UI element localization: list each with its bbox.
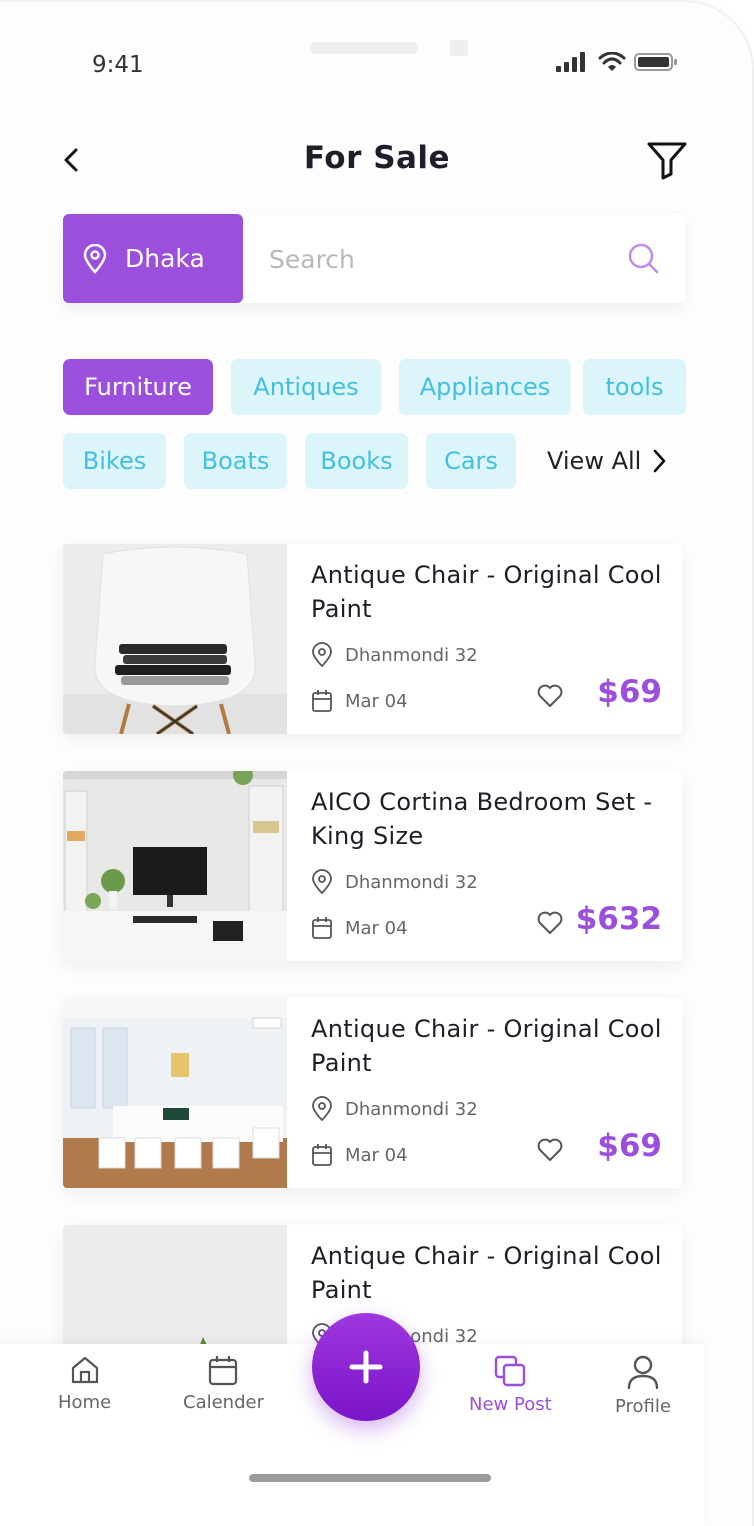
listing-price: $69 <box>597 1128 662 1164</box>
location-pin-icon <box>312 869 332 895</box>
view-all-label: View All <box>547 447 642 475</box>
location-selector[interactable]: Dhaka <box>63 214 243 303</box>
listing-price: $69 <box>597 674 662 710</box>
listing-date-text: Mar 04 <box>345 690 408 712</box>
profile-icon <box>627 1355 659 1390</box>
nav-item-home[interactable]: Home <box>58 1354 111 1413</box>
heart-icon[interactable] <box>537 1138 563 1162</box>
chevron-right-icon <box>654 449 666 473</box>
wifi-icon <box>598 52 626 71</box>
status-icons <box>556 52 678 72</box>
phone-screen: 9:41 For Sale Dhaka Search Furniture Ant… <box>0 0 754 1526</box>
listing-title: Antique Chair - Original Cool Paint <box>311 561 662 623</box>
category-chip-boats[interactable]: Boats <box>184 433 287 489</box>
battery-icon <box>634 53 677 71</box>
home-indicator <box>249 1474 491 1482</box>
listing-location: Dhanmondi 32 <box>311 642 478 668</box>
category-chip-furniture[interactable]: Furniture <box>63 359 213 415</box>
nav-label-profile: Profile <box>615 1396 671 1417</box>
listing-date: Mar 04 <box>311 916 408 940</box>
location-pin-icon <box>83 243 107 274</box>
listing-image-dining <box>63 998 287 1188</box>
listing-card[interactable]: Antique Chair - Original Cool Paint Dhan… <box>63 998 682 1188</box>
listing-location-text: Dhanmondi 32 <box>345 644 478 666</box>
signal-icon <box>556 52 585 72</box>
listing-date: Mar 04 <box>311 1143 408 1167</box>
listing-card[interactable]: Antique Chair - Original Cool Paint Dhan… <box>63 544 682 734</box>
add-post-button[interactable] <box>312 1313 420 1421</box>
calendar-icon <box>209 1356 238 1386</box>
listing-location: Dhanmondi 32 <box>311 1096 478 1122</box>
nav-label-home: Home <box>58 1392 112 1413</box>
location-pin-icon <box>312 1096 332 1122</box>
calendar-icon <box>312 690 332 712</box>
heart-icon[interactable] <box>537 684 563 708</box>
category-chip-bikes[interactable]: Bikes <box>63 433 166 489</box>
calendar-icon <box>312 917 332 939</box>
plus-icon <box>349 1350 383 1384</box>
home-icon <box>71 1356 98 1384</box>
status-time: 9:41 <box>92 52 144 78</box>
calendar-icon <box>312 1144 332 1166</box>
filter-icon <box>647 142 687 180</box>
listing-title: AICO Cortina Bedroom Set - King Size <box>311 788 653 850</box>
listing-image-desk <box>63 771 287 961</box>
listing-date: Mar 04 <box>311 689 408 713</box>
category-chip-books[interactable]: Books <box>305 433 408 489</box>
nav-label-new-post: New Post <box>469 1394 552 1415</box>
listing-price: $632 <box>575 901 662 937</box>
search-input[interactable] <box>267 236 591 282</box>
nav-item-new-post[interactable]: New Post <box>469 1354 552 1415</box>
view-all-link[interactable]: View All <box>547 433 667 489</box>
heart-icon[interactable] <box>537 911 563 935</box>
listing-location-text: Dhanmondi 32 <box>345 871 478 893</box>
location-label: Dhaka <box>125 244 205 273</box>
nav-item-profile[interactable]: Profile <box>615 1354 671 1417</box>
category-chip-antiques[interactable]: Antiques <box>231 359 381 415</box>
category-chip-cars[interactable]: Cars <box>426 433 516 489</box>
listing-location-text: Dhanmondi 32 <box>345 1098 478 1120</box>
listing-image-chair <box>63 544 287 734</box>
listing-date-text: Mar 04 <box>345 1144 408 1166</box>
new-post-icon <box>495 1355 526 1387</box>
search-icon[interactable] <box>626 241 662 277</box>
location-pin-icon <box>312 642 332 668</box>
category-chip-tools[interactable]: tools <box>583 359 686 415</box>
nav-label-calendar: Calender <box>183 1392 264 1413</box>
speaker-notch <box>310 42 418 54</box>
page-title: For Sale <box>303 140 451 176</box>
camera-notch <box>450 40 468 56</box>
search-bar: Dhaka <box>63 214 685 303</box>
category-chip-appliances[interactable]: Appliances <box>399 359 571 415</box>
listing-title: Antique Chair - Original Cool Paint <box>311 1015 662 1077</box>
nav-item-calendar[interactable]: Calender <box>183 1354 264 1413</box>
listing-location: Dhanmondi 32 <box>311 869 478 895</box>
listing-title: Antique Chair - Original Cool Paint <box>311 1242 662 1304</box>
listing-date-text: Mar 04 <box>345 917 408 939</box>
filter-button[interactable] <box>645 140 689 180</box>
listing-card[interactable]: AICO Cortina Bedroom Set - King Size Dha… <box>63 771 682 961</box>
